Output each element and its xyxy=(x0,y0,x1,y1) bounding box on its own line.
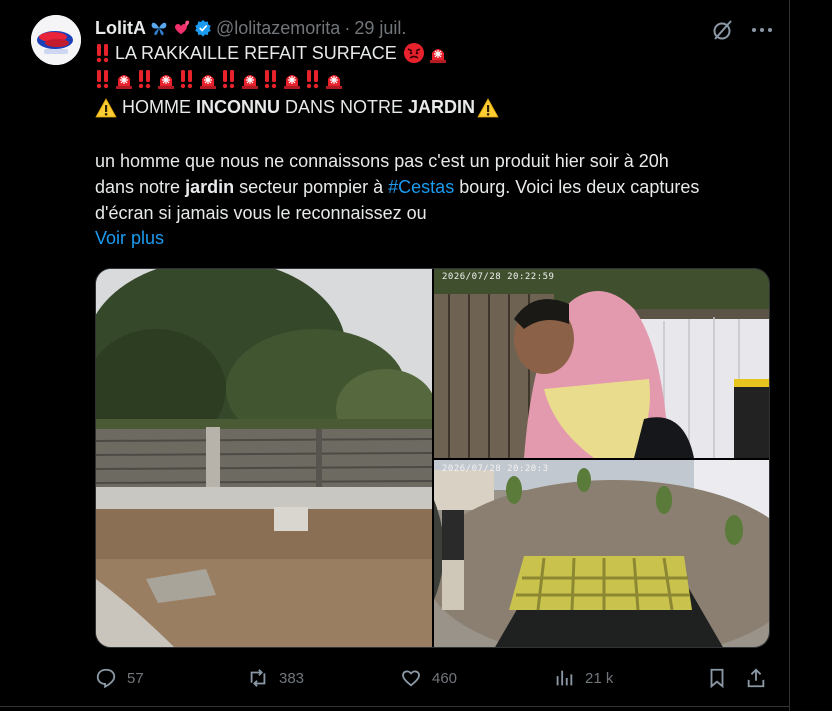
reply-button[interactable]: 57 xyxy=(95,663,144,693)
body-line2-bold: jardin xyxy=(185,177,235,197)
like-button[interactable]: 460 xyxy=(400,663,457,693)
line3-mid: DANS NOTRE xyxy=(280,97,409,117)
double-exclamation-icon xyxy=(306,70,319,89)
body-line2-mid: secteur pompier à xyxy=(234,177,389,197)
warning-icon xyxy=(477,97,499,117)
share-icon xyxy=(747,668,765,688)
siren-icon xyxy=(326,75,342,89)
warning-icon xyxy=(95,97,117,117)
siren-icon xyxy=(429,49,446,63)
post-line-2 xyxy=(95,68,345,90)
headline-text: LA RAKKAILLE REFAIT SURFACE xyxy=(115,42,397,63)
heart-icon xyxy=(402,670,420,687)
body-line-3: d'écran si jamais vous le reconnaissez o… xyxy=(95,203,427,223)
share-button[interactable] xyxy=(745,663,767,693)
bookmark-icon xyxy=(710,668,724,689)
separator-dot: · xyxy=(344,17,351,38)
double-exclamation-icon xyxy=(180,70,193,89)
repost-count: 383 xyxy=(279,669,305,687)
views-icon xyxy=(556,670,573,686)
views-count: 21 k xyxy=(585,669,614,687)
post-divider xyxy=(0,706,789,707)
angry-face-icon xyxy=(403,43,424,63)
line3-bold-2: JARDIN xyxy=(408,97,476,117)
scroll-gutter xyxy=(790,0,832,711)
hashtag-link[interactable]: #Cestas xyxy=(388,177,454,198)
verified-badge-icon xyxy=(195,19,211,37)
body-line2-pre: dans notre xyxy=(95,177,186,197)
post-line-1: LA RAKKAILLE REFAIT SURFACE xyxy=(95,42,449,64)
repost-icon xyxy=(250,669,266,687)
author-handle[interactable]: @lolitazemorita xyxy=(216,18,340,39)
bookmark-button[interactable] xyxy=(706,663,728,693)
siren-icon xyxy=(284,75,300,89)
body-line-1: un homme que nous ne connaissons pas c'e… xyxy=(95,151,669,171)
grok-icon[interactable] xyxy=(711,18,735,42)
action-bar: 57 383 460 21 k xyxy=(95,663,775,693)
capture-timestamp-2: 2026/07/28 20:20:3 xyxy=(442,464,549,474)
siren-icon xyxy=(200,75,216,89)
siren-icon xyxy=(116,75,132,89)
double-exclamation-icon xyxy=(96,44,109,63)
double-exclamation-icon xyxy=(138,70,151,89)
body-line2-post: bourg. Voici les deux captures xyxy=(454,177,700,197)
more-icon[interactable] xyxy=(750,20,774,40)
photo-garden-fence[interactable] xyxy=(96,269,432,647)
post-line-3: HOMME INCONNU DANS NOTRE JARDIN xyxy=(95,97,499,118)
like-count: 460 xyxy=(432,669,458,687)
body-line-2: dans notre jardin secteur pompier à #Ces… xyxy=(95,177,699,198)
avatar[interactable] xyxy=(31,15,81,65)
double-exclamation-icon xyxy=(96,70,109,89)
capture-timestamp-1: 2026/07/28 20:22:59 xyxy=(442,272,555,282)
show-more-link[interactable]: Voir plus xyxy=(95,228,164,249)
media-grid: 2026/07/28 20:22:59 2026/07/28 20:20:3 xyxy=(95,268,770,648)
butterfly-icon xyxy=(151,22,167,36)
line3-pre: HOMME xyxy=(122,97,196,117)
double-exclamation-icon xyxy=(222,70,235,89)
line3-bold-1: INCONNU xyxy=(196,97,280,117)
repost-button[interactable]: 383 xyxy=(247,663,304,693)
author-name[interactable]: LolitA xyxy=(95,18,146,39)
post-date[interactable]: 29 juil. xyxy=(354,18,406,39)
photo-camera-capture-2[interactable]: 2026/07/28 20:20:3 xyxy=(434,460,769,647)
photo-camera-capture-1[interactable]: 2026/07/28 20:22:59 xyxy=(434,269,769,458)
double-exclamation-icon xyxy=(264,70,277,89)
siren-icon xyxy=(158,75,174,89)
siren-icon xyxy=(242,75,258,89)
views-button[interactable]: 21 k xyxy=(553,663,613,693)
hearts-icon xyxy=(175,20,190,35)
reply-count: 57 xyxy=(127,669,144,687)
reply-icon xyxy=(96,668,116,689)
post-header: LolitA @lolitazemorita · 29 juil. xyxy=(95,16,406,40)
